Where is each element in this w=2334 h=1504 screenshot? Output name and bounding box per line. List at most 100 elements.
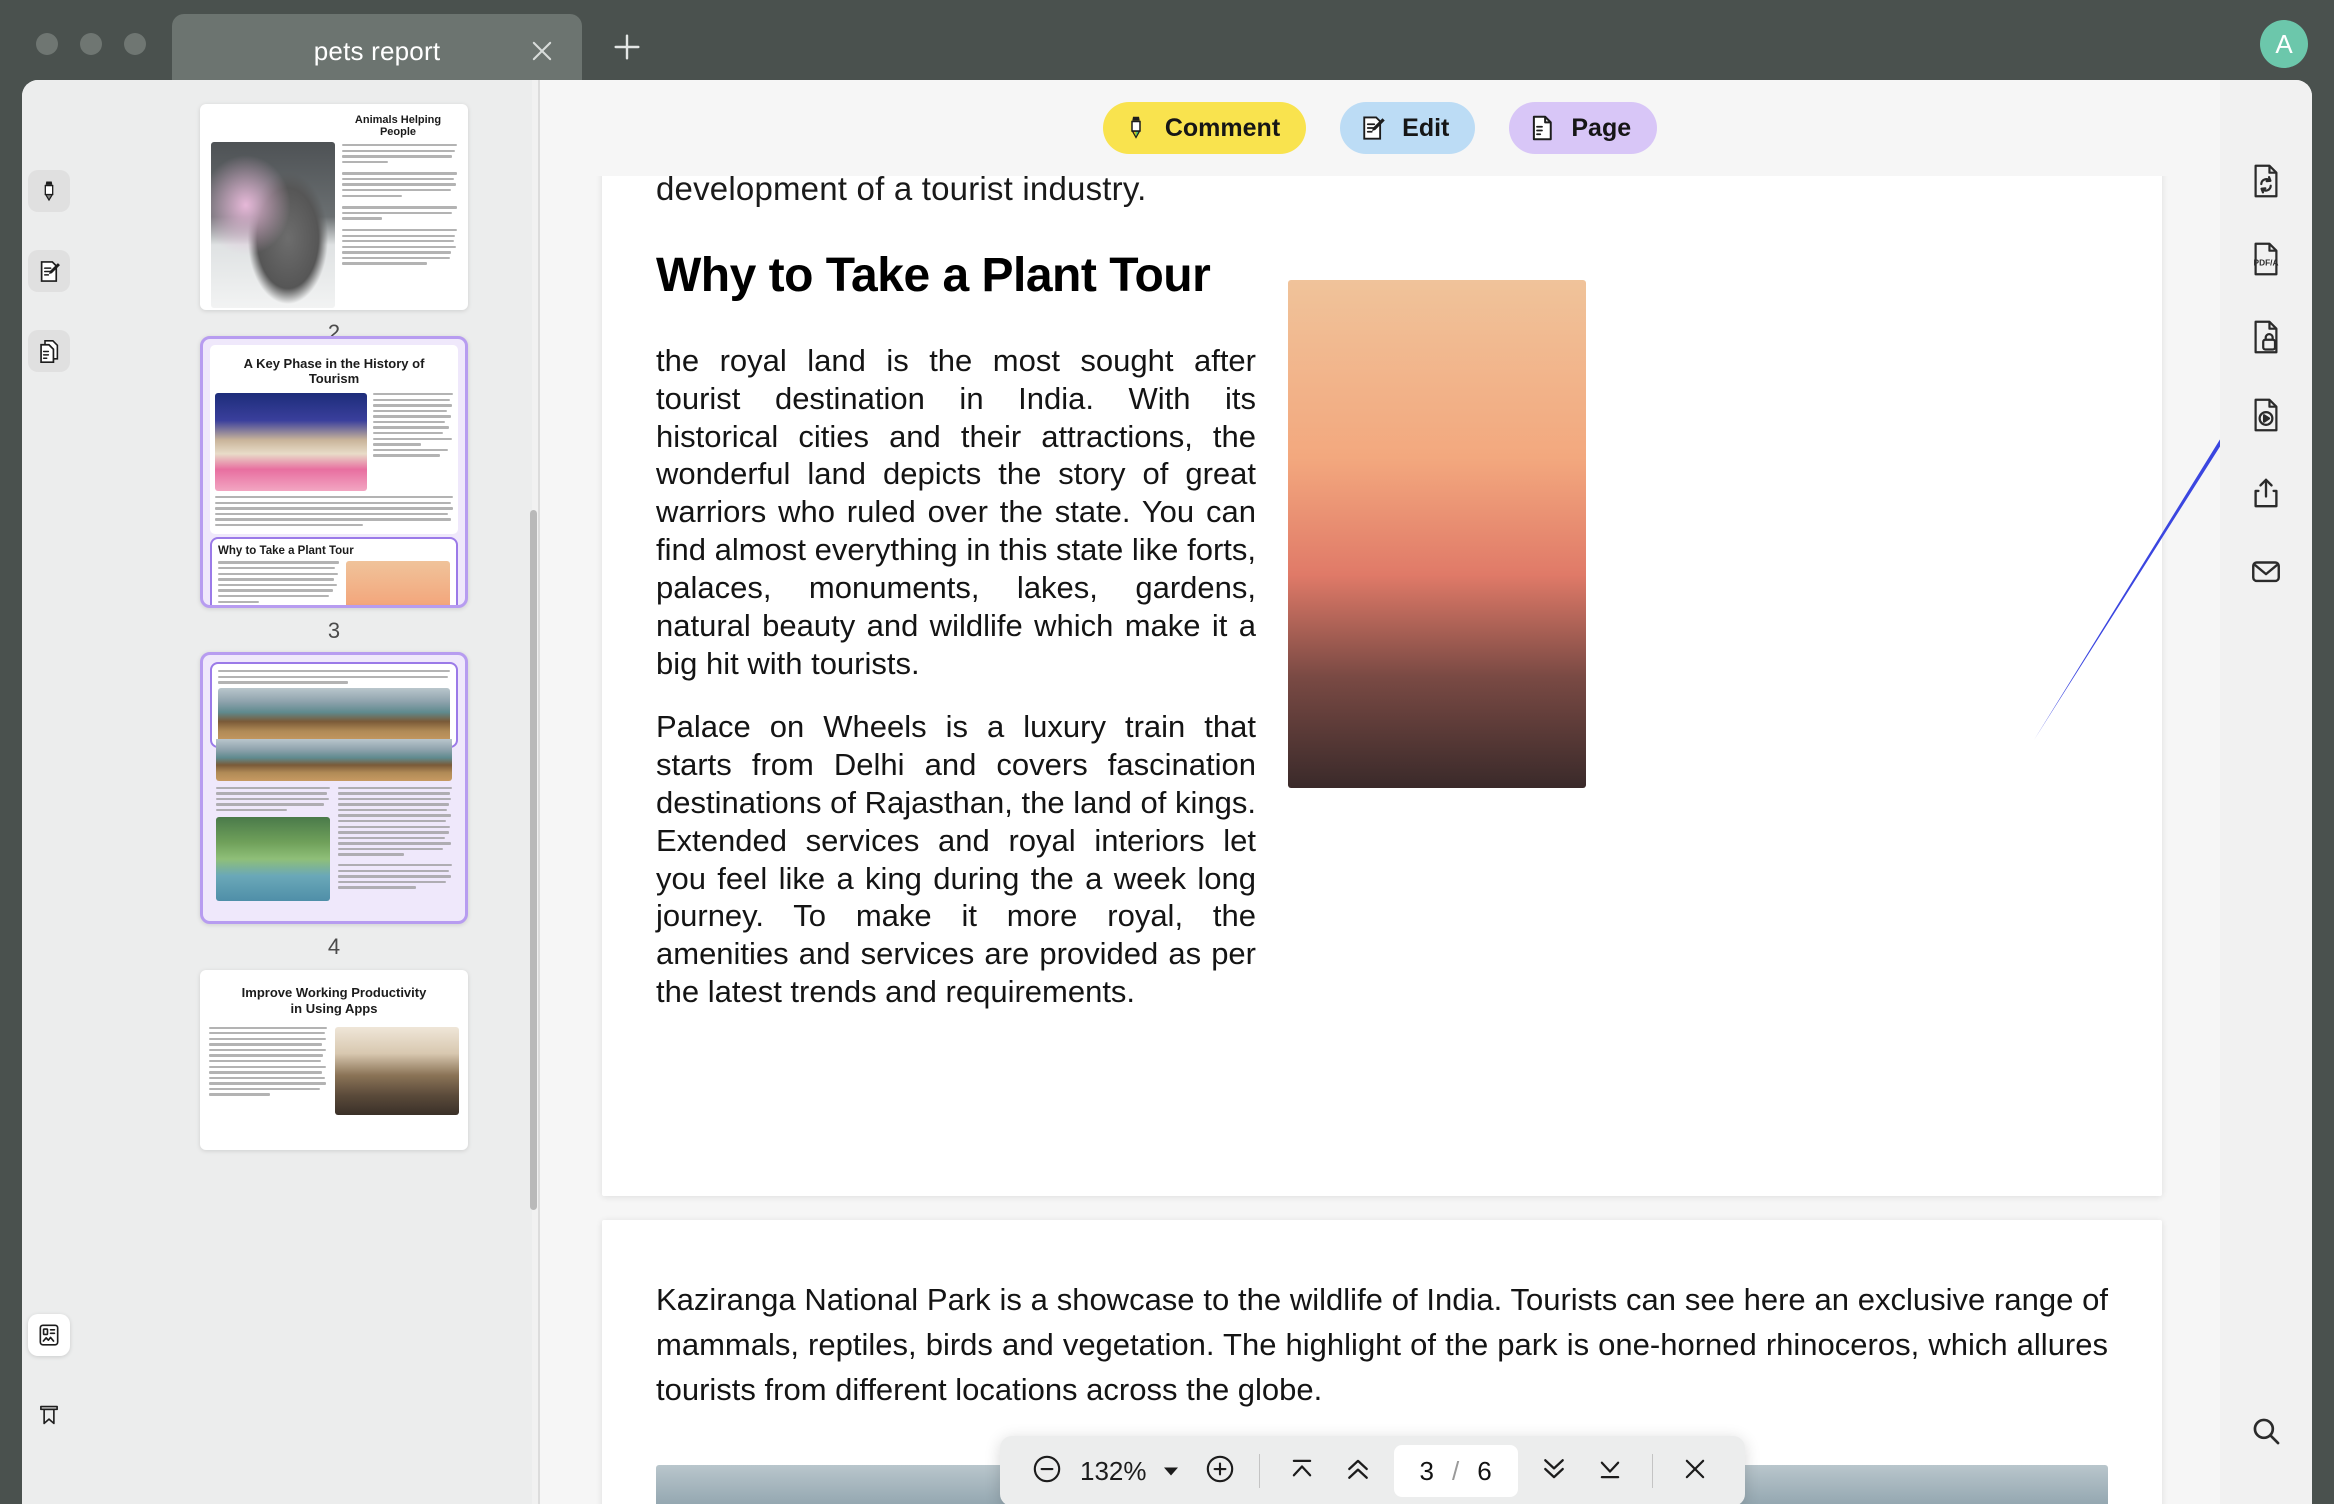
bookmark-icon [36,1402,62,1428]
new-tab-button[interactable] [610,30,644,64]
envelope-icon [2249,554,2283,588]
palms-river-photo [216,817,330,902]
previous-page-button[interactable] [1330,1436,1386,1504]
file-lock-icon [2249,319,2283,355]
thumbnail-page-5[interactable]: Improve Working Productivity in Using App… [200,970,468,1150]
thumb-page-number: 3 [327,618,341,643]
current-page-value: 3 [1419,1455,1434,1486]
thumb-body-lines [218,670,450,684]
maximize-window-button[interactable] [124,33,146,55]
document-tab[interactable]: pets report [172,14,582,88]
first-page-button[interactable] [1274,1436,1330,1504]
right-tool-rail: PDF/A [2220,80,2312,1504]
minimize-window-button[interactable] [80,33,102,55]
document-body: the royal land is the most sought after … [656,342,1256,1011]
bookmark-panel-toggle[interactable] [28,1394,70,1436]
thumb-title: A Key Phase in the History of Tourism [243,356,425,386]
next-page-icon [1539,1454,1569,1489]
prev-page-icon [1343,1454,1373,1489]
eiffel-tower-photo [1288,280,1586,788]
title-bar: pets report A [0,0,2334,88]
thumb-subtitle: Why to Take a Plant Tour [218,545,354,558]
thumb-page-number: 4 [327,934,341,959]
last-page-icon [1595,1454,1625,1489]
close-icon [1680,1454,1710,1489]
main-window: Animals Helping People 2 A Key Phase in … [22,80,2312,1504]
document-viewer: development of a tourist industry. Why t… [540,80,2220,1504]
page-separator: / [1451,1455,1460,1486]
organize-pages-tool[interactable] [28,330,70,372]
divider [1651,1454,1653,1488]
document-heading: Why to Take a Plant Tour [656,249,1211,302]
thumb-body-lines [209,1026,327,1115]
close-toolbar-button[interactable] [1667,1436,1723,1504]
comment-button[interactable]: Comment [1102,102,1307,154]
thumb-body-lines [218,561,339,605]
document-paragraph-1: the royal land is the most sought after … [656,343,1256,681]
thumb-body-lines [338,786,452,902]
minus-circle-icon [1030,1452,1064,1491]
thumb-title: Improve Working Productivity in Using App… [241,985,427,1017]
last-page-button[interactable] [1582,1436,1638,1504]
share-upload-icon [2249,475,2283,511]
pdfa-icon: PDF/A [2249,241,2283,277]
present-pdf-button[interactable] [2220,376,2312,454]
boat-lake-photo [218,687,450,742]
edit-tool[interactable] [28,250,70,292]
avatar-initial: A [2275,28,2293,59]
thumbnail-scrollbar[interactable] [530,510,537,1210]
window-controls[interactable] [36,33,146,55]
pdfa-button[interactable]: PDF/A [2220,220,2312,298]
next-page-button[interactable] [1526,1436,1582,1504]
boat-lake-photo-continued [216,738,452,781]
file-play-icon [2249,397,2283,433]
havana-car-photo [215,393,367,491]
search-icon [2249,1414,2283,1448]
thumbnail-page-2[interactable]: Animals Helping People 2 [200,104,468,346]
app-window: pets report A Animals Helping People 2 A… [0,0,2334,1504]
page-number-input[interactable]: 3 / 6 [1393,1445,1518,1497]
thumb-body-lines [373,393,453,491]
zoom-out-button[interactable] [1022,1436,1072,1504]
email-button[interactable] [2220,532,2312,610]
zoom-level-label[interactable]: 132% [1072,1436,1155,1504]
thumbnail-panel[interactable]: Animals Helping People 2 A Key Phase in … [76,80,532,1504]
edit-button[interactable]: Edit [1340,102,1476,154]
search-button[interactable] [2220,1392,2312,1470]
zoom-in-button[interactable] [1195,1436,1245,1504]
page-label: Page [1571,113,1632,142]
page-icon [1527,113,1557,143]
highlighter-icon [36,178,62,204]
page-navigation-toolbar: 132% 3 / 6 [1000,1436,1745,1504]
meeting-room-photo [335,1026,459,1115]
document-page-3[interactable]: development of a tourist industry. Why t… [602,80,2162,1196]
share-button[interactable] [2220,454,2312,532]
eiffel-tower-photo [346,561,450,605]
thumb-body-lines [215,496,453,527]
thumb-body-lines [216,786,330,902]
note-pencil-icon [1358,113,1388,143]
close-icon[interactable] [528,37,556,65]
file-refresh-icon [2249,163,2283,199]
close-window-button[interactable] [36,33,58,55]
tab-title: pets report [313,35,441,66]
thumbnail-page-3[interactable]: A Key Phase in the History of Tourism Wh… [200,336,468,644]
first-page-icon [1287,1454,1317,1489]
edit-label: Edit [1402,113,1450,142]
note-pencil-icon [36,258,63,285]
cat-photo [211,142,335,308]
plus-circle-icon [1203,1452,1237,1491]
svg-text:PDF/A: PDF/A [2254,257,2279,267]
thumbnail-page-4[interactable]: 4 [200,652,468,960]
convert-pdf-button[interactable] [2220,142,2312,220]
thumbnail-panel-toggle[interactable] [28,1314,70,1356]
document-paragraph-2: Palace on Wheels is a luxury train that … [656,709,1256,1009]
action-toolbar: Comment Edit Page [540,80,2220,176]
document-page4-paragraph: Kaziranga National Park is a showcase to… [656,1282,2108,1407]
pages-icon [36,338,63,365]
highlighter-tool[interactable] [28,170,70,212]
protect-pdf-button[interactable] [2220,298,2312,376]
page-button[interactable]: Page [1509,102,1658,154]
caret-down-icon[interactable] [1155,1436,1195,1504]
avatar[interactable]: A [2260,20,2308,68]
